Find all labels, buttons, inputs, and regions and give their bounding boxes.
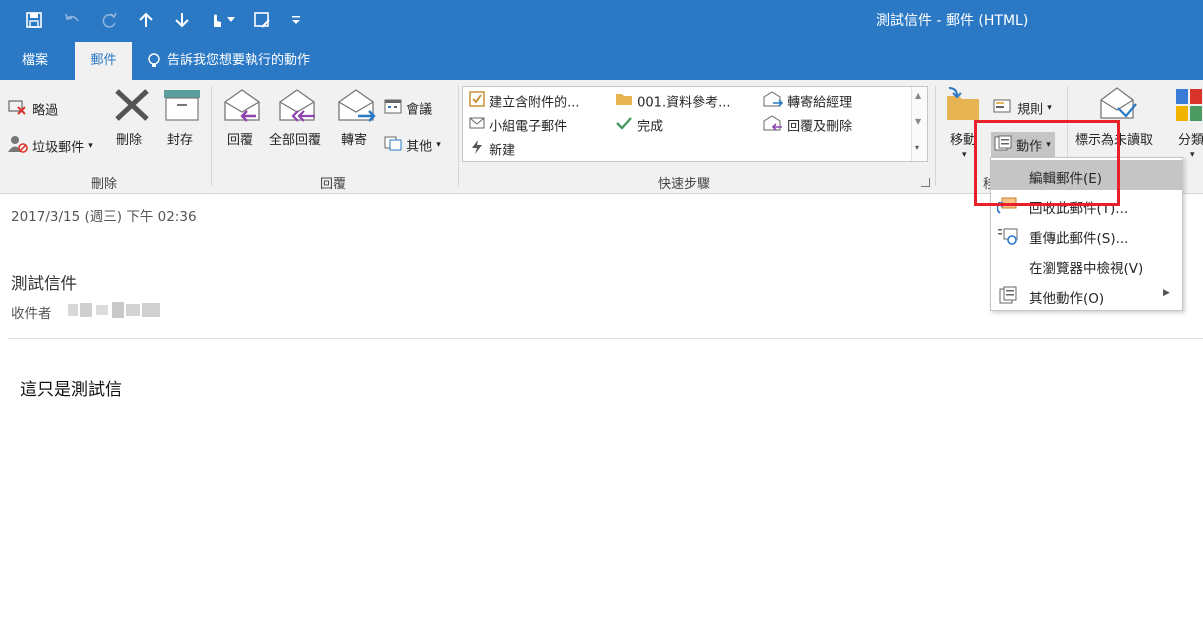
delete-group-label: 刪除 [91,177,118,192]
message-subject: 測試信件 [11,274,77,293]
reply-icon [222,88,262,128]
window-title: 測試信件 - 郵件 (HTML) [876,13,1029,29]
tab-message[interactable]: 郵件 [75,42,132,80]
undo-icon[interactable] [60,8,84,32]
tell-me-label: 告訴我您想要執行的動作 [167,53,311,68]
chevron-down-icon[interactable]: ▾ [962,150,967,160]
categorize-icon [1175,88,1203,126]
chevron-down-icon: ▾ [88,141,93,151]
dropdown-arrow-icon[interactable] [224,8,238,32]
lightning-icon [469,139,485,159]
quick-step-item[interactable]: 完成 [615,115,663,135]
junk-icon [8,135,28,157]
ignore-icon [8,98,28,120]
tell-me-box[interactable]: 告訴我您想要執行的動作 [147,42,310,80]
group-divider [211,86,212,186]
reply-delete-icon [763,115,783,135]
meeting-button[interactable]: 會議 [384,98,432,118]
forward-button[interactable]: 轉寄 [341,129,367,148]
scroll-up-icon[interactable]: ▲ [915,91,921,100]
save-icon[interactable] [22,8,46,32]
archive-button[interactable]: 封存 [167,129,193,148]
other-actions-icon [999,286,1017,308]
chevron-down-icon[interactable]: ▾ [1190,150,1195,160]
folder-icon [615,91,633,111]
recipient-label: 收件者 [11,306,52,322]
down-arrow-icon[interactable] [170,8,194,32]
rules-button[interactable]: 規則 ▾ [993,98,1052,118]
menu-item-resend-message[interactable]: 重傳此郵件(S)... [991,220,1182,250]
respond-group-label: 回覆 [320,177,347,192]
customize-icon[interactable] [284,8,308,32]
scroll-down-icon[interactable]: ▼ [915,117,921,126]
team-email-icon [469,115,485,135]
forward-mail-icon [763,91,784,111]
quick-steps-group-label: 快速步驟 [658,177,711,192]
checkmark-icon [615,115,633,135]
message-date: 2017/3/15 (週三) 下午 02:36 [11,209,197,225]
highlight-box [974,120,1120,206]
delete-button[interactable]: 刪除 [116,129,142,148]
chevron-down-icon: ▾ [1047,103,1052,113]
lightbulb-icon [147,53,161,69]
menu-item-view-in-browser[interactable]: 在瀏覽器中檢視(V) [991,250,1182,280]
quick-steps-scrollbar[interactable]: ▲ ▼ ▾ [911,87,927,161]
reply-button[interactable]: 回覆 [227,129,253,148]
forward-icon [336,88,378,128]
header-divider [8,338,1203,339]
ribbon-tabs: 檔案 郵件 告訴我您想要執行的動作 [0,42,1203,80]
group-divider [458,86,459,186]
resend-icon [997,227,1019,249]
group-divider [935,86,936,186]
menu-item-other-actions[interactable]: 其他動作(O) ▶ [991,280,1182,310]
reply-all-icon [277,88,319,128]
quick-step-item[interactable]: 小組電子郵件 [469,115,567,135]
quick-step-item[interactable]: 轉寄給經理 [763,91,852,111]
quick-steps-gallery: 建立含附件的... 小組電子郵件 新建 001.資料參考... 完成 轉寄給經理… [462,86,928,162]
message-body: 這只是測試信 [20,380,122,400]
up-arrow-icon[interactable] [134,8,158,32]
redo-icon[interactable] [97,8,121,32]
dialog-launcher-icon[interactable] [921,178,930,187]
title-bar: 測試信件 - 郵件 (HTML) [0,0,1203,42]
expand-gallery-icon[interactable]: ▾ [915,143,919,152]
blurred-recipient-name [68,301,160,319]
reply-all-button[interactable]: 全部回覆 [269,129,321,148]
quick-step-item[interactable]: 新建 [469,139,515,159]
rules-icon [993,98,1013,118]
tab-file[interactable]: 檔案 [22,42,48,80]
quick-step-item[interactable]: 建立含附件的... [469,91,580,111]
more-respond-button[interactable]: 其他 ▾ [384,135,441,155]
more-icon [384,135,402,155]
junk-button[interactable]: 垃圾郵件 ▾ [8,135,93,157]
move-button[interactable]: 移動 [950,129,976,148]
categorize-button[interactable]: 分類 [1178,129,1203,148]
delete-x-icon [114,88,150,126]
edit-doc-icon[interactable] [250,8,274,32]
quick-step-item[interactable]: 回覆及刪除 [763,115,852,135]
submenu-arrow-icon: ▶ [1163,288,1170,298]
calendar-icon [384,98,402,118]
chevron-down-icon: ▾ [436,140,441,150]
archive-icon [163,89,201,125]
quick-step-item[interactable]: 001.資料參考... [615,91,730,111]
ignore-button[interactable]: 略過 [8,98,58,120]
checkbox-doc-icon [469,91,485,111]
